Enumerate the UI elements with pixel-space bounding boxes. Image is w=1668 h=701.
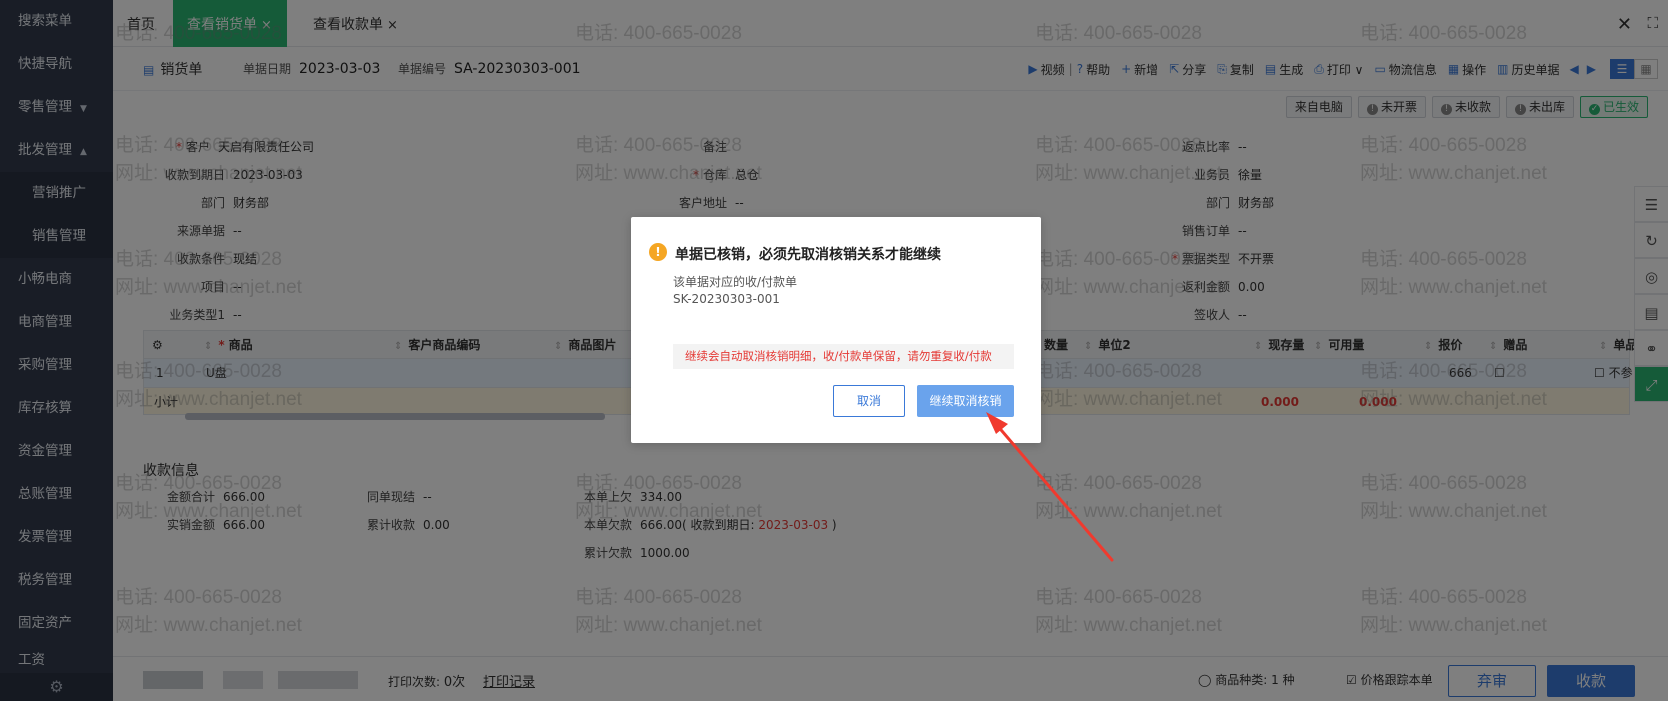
continue-cancel-writeoff-button[interactable]: 继续取消核销 (917, 385, 1014, 417)
cancel-button[interactable]: 取消 (833, 385, 905, 417)
warning-icon: ! (649, 243, 667, 261)
confirm-dialog: ! 单据已核销，必须先取消核销关系才能继续 该单据对应的收/付款单 SK-202… (631, 217, 1041, 443)
dialog-warning-note: 继续会自动取消核销明细，收/付款单保留，请勿重复收/付款 (673, 344, 1014, 369)
dialog-subtitle: 该单据对应的收/付款单 (673, 275, 798, 289)
dialog-title: 单据已核销，必须先取消核销关系才能继续 (675, 247, 941, 263)
dialog-doc-number: SK-20230303-001 (673, 292, 780, 306)
